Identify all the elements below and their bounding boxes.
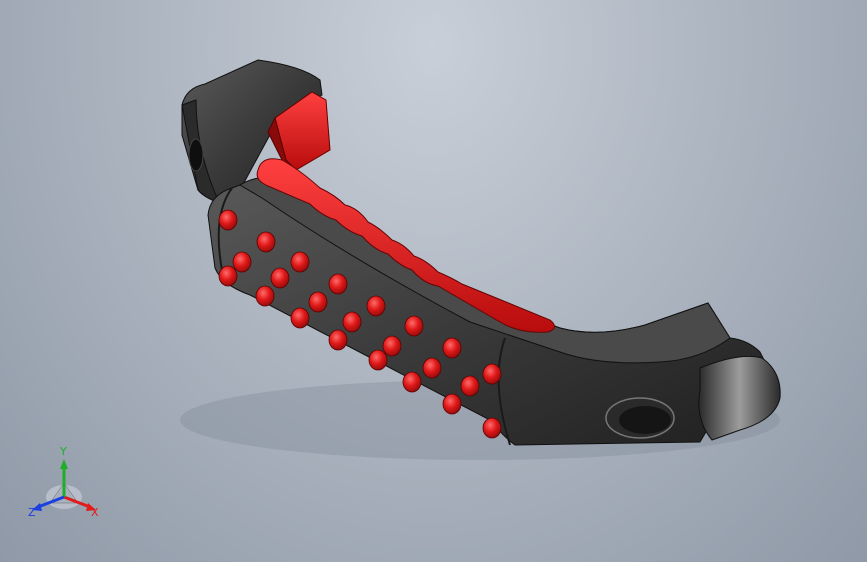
- grip-dot: [482, 363, 502, 385]
- grip-dot: [368, 349, 388, 371]
- right-mount-hole-inner: [619, 406, 671, 434]
- grip-handle-model[interactable]: [0, 0, 867, 562]
- y-axis-label: Y: [59, 445, 67, 458]
- y-arrow-icon: [60, 459, 68, 469]
- grip-dot: [342, 311, 362, 333]
- grip-dot: [402, 371, 422, 393]
- grip-dot: [442, 393, 462, 415]
- grip-dot: [308, 291, 328, 313]
- grip-dot: [482, 417, 502, 439]
- grip-dot: [256, 231, 276, 253]
- grip-dot: [290, 251, 310, 273]
- grip-dot: [404, 315, 424, 337]
- grip-dot: [218, 209, 238, 231]
- grip-dot: [232, 251, 252, 273]
- grip-dot: [460, 375, 480, 397]
- left-mount-hole: [188, 138, 204, 172]
- grip-dot: [366, 295, 386, 317]
- x-axis-label: X: [91, 506, 99, 519]
- z-axis-label: Z: [28, 506, 36, 519]
- grip-dot: [328, 273, 348, 295]
- grip-dot: [382, 335, 402, 357]
- grip-dot: [255, 285, 275, 307]
- grip-dot: [442, 337, 462, 359]
- grip-dot: [422, 357, 442, 379]
- graphics-viewport[interactable]: X Y Z: [0, 0, 867, 562]
- orientation-triad[interactable]: X Y Z: [20, 445, 110, 525]
- grip-dot: [328, 329, 348, 351]
- grip-dot: [290, 307, 310, 329]
- grip-dot: [270, 267, 290, 289]
- grip-dot: [218, 265, 238, 287]
